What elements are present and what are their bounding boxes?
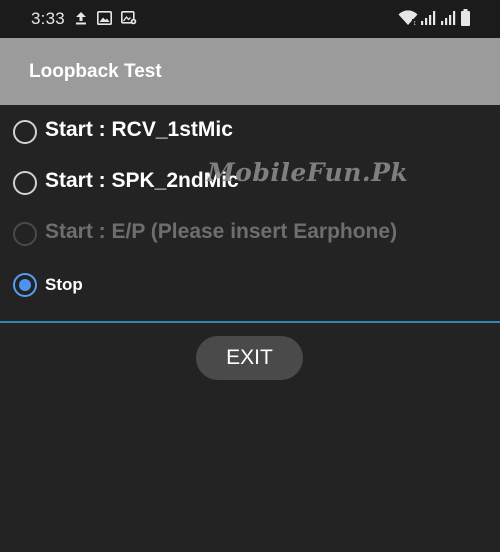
loopback-test-screen: 3:33 ↕ Loopback Test Start: RCV_1stMic …: [0, 0, 500, 552]
svg-text:↕: ↕: [413, 20, 417, 26]
radio-label: Start : E/P (Please insert Earphone): [45, 220, 398, 243]
radio-selected-dot: [19, 279, 31, 291]
wifi-icon: ↕: [398, 10, 418, 26]
exit-button[interactable]: EXIT: [196, 336, 303, 380]
radio-button: [13, 222, 37, 246]
radio-button[interactable]: [13, 273, 37, 297]
radio-option-earphone: Start : E/P (Please insert Earphone): [0, 210, 500, 258]
radio-button[interactable]: [13, 120, 37, 144]
title-bar: Loopback Test: [0, 38, 500, 105]
radio-label: Start : SPK_2ndMic: [45, 169, 239, 192]
battery-icon: [461, 9, 470, 26]
radio-option-spk-2nd-mic[interactable]: Start : SPK_2ndMic: [0, 159, 500, 207]
radio-option-rcv-1st-mic[interactable]: Start : RCV_1stMic: [0, 108, 500, 156]
radio-option-stop[interactable]: Stop: [0, 261, 500, 309]
upload-icon: [75, 11, 87, 25]
status-time: 3:33: [31, 9, 65, 28]
divider: [0, 321, 500, 323]
radio-label: Start : RCV_1stMic: [45, 118, 233, 141]
image-icon: [97, 11, 112, 25]
status-bar: 3:33 ↕: [0, 0, 500, 38]
radio-label: Stop: [45, 275, 83, 294]
radio-button[interactable]: [13, 171, 37, 195]
signal-icon: [420, 11, 436, 25]
screenshot-settings-icon: [121, 11, 137, 25]
signal-icon: [440, 11, 456, 25]
page-title: Loopback Test: [29, 61, 162, 82]
